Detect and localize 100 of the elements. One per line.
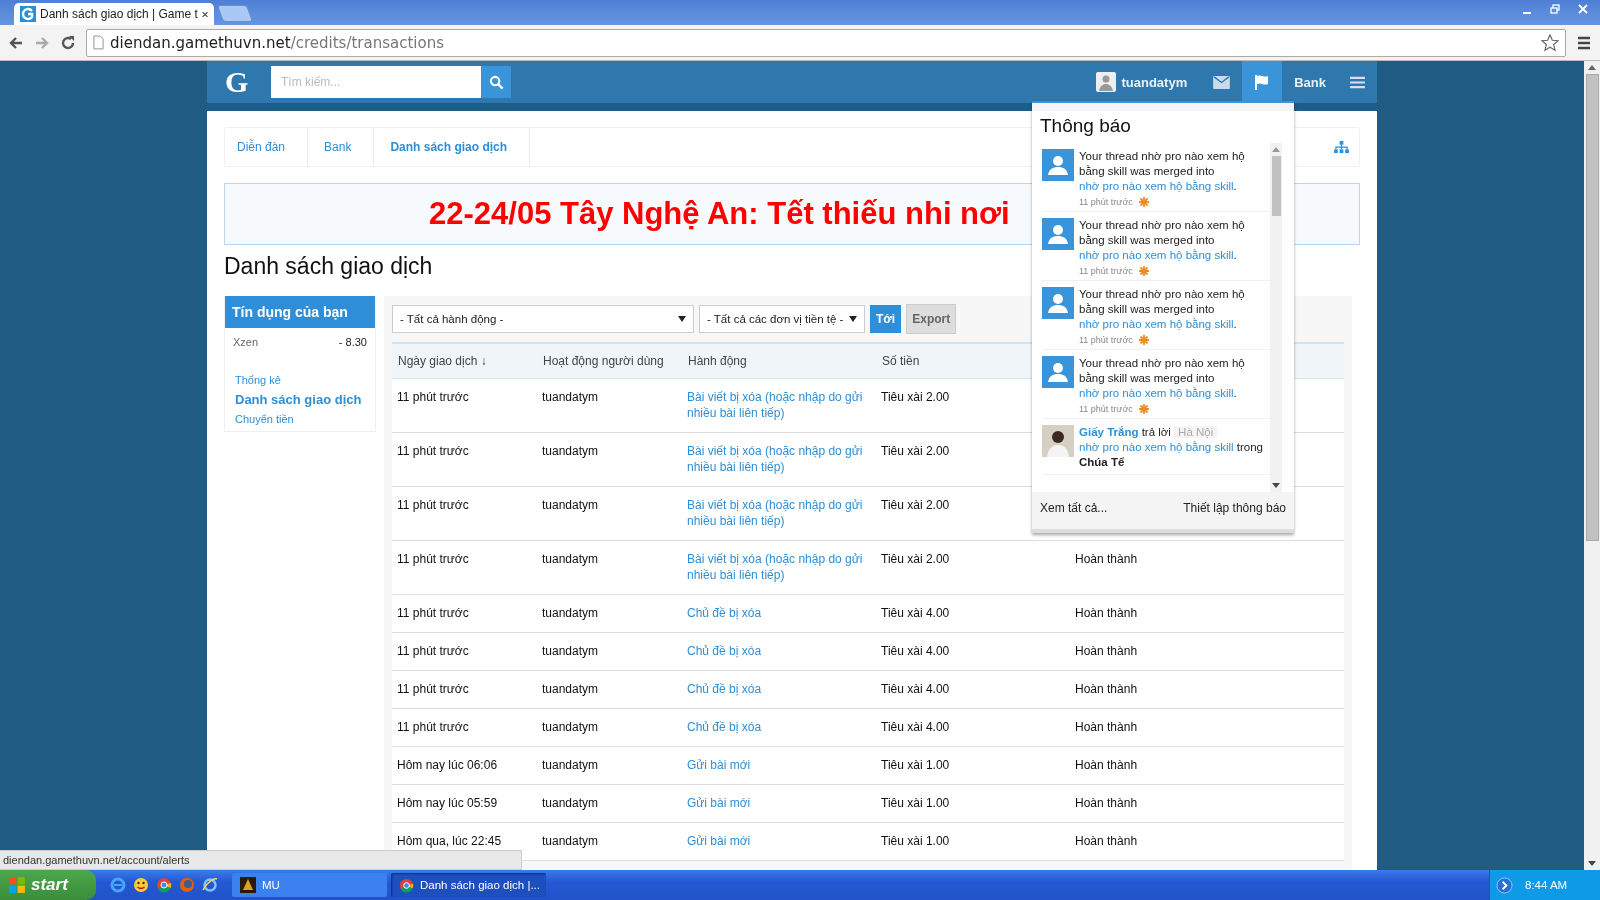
- date-cell: Hôm qua, lúc 22:45: [397, 834, 502, 848]
- sidebar-link[interactable]: Danh sách giao dịch: [235, 392, 362, 407]
- export-button[interactable]: Export: [906, 304, 957, 334]
- amount-cell: Tiêu xài 1.00: [881, 796, 950, 810]
- close-icon[interactable]: [201, 9, 208, 19]
- user-avatar-icon: [1042, 356, 1074, 388]
- status-cell: Hoàn thành: [1075, 644, 1138, 658]
- new-tab-button[interactable]: [216, 5, 254, 22]
- date-cell: 11 phút trước: [397, 444, 469, 458]
- scroll-down-icon[interactable]: [1272, 483, 1280, 488]
- currency-select[interactable]: - Tất cả các đơn vị tiền tệ -: [699, 305, 865, 333]
- breadcrumb-link[interactable]: Diễn đàn: [235, 128, 309, 166]
- user-link[interactable]: Giấy Trắng: [1079, 426, 1139, 438]
- thread-link[interactable]: nhờ pro nào xem hộ bằng skill: [1079, 387, 1234, 399]
- amount-cell: Tiêu xài 1.00: [881, 758, 950, 772]
- action-link[interactable]: Gửi bài mới: [687, 757, 751, 773]
- chrome-icon[interactable]: [156, 877, 172, 893]
- ie-icon[interactable]: [202, 877, 218, 893]
- scroll-up-icon[interactable]: [1272, 147, 1280, 152]
- date-cell: 11 phút trước: [397, 498, 469, 512]
- alerts-button[interactable]: [1242, 61, 1283, 103]
- user-cell: tuandatym: [542, 552, 599, 566]
- action-link[interactable]: Gửi bài mới: [687, 795, 751, 811]
- action-link[interactable]: Chủ đề bị xóa: [687, 719, 762, 735]
- mail-icon: [1213, 75, 1231, 89]
- action-link[interactable]: Bài viết bị xóa (hoặc nhập do gửi nhiều bài liên tiếp): [687, 443, 871, 475]
- sidebar-link[interactable]: Thống kê: [235, 374, 281, 386]
- user-cell: tuandatym: [542, 444, 599, 458]
- browser-tab[interactable]: Danh sách giao dịch | Game t: [14, 3, 214, 25]
- column-header[interactable]: Hành động: [688, 354, 747, 368]
- status-cell: Hoàn thành: [1075, 552, 1138, 566]
- thread-link[interactable]: nhờ pro nào xem hộ bằng skill: [1079, 180, 1234, 192]
- thread-link[interactable]: nhờ pro nào xem hộ bằng skill: [1079, 441, 1234, 453]
- banner-text[interactable]: 22-24/05 Tây Nghệ An: Tết thiếu nhi nơi: [429, 196, 1010, 232]
- ie-icon[interactable]: [110, 877, 126, 893]
- reload-icon[interactable]: [60, 34, 76, 51]
- breadcrumb-link[interactable]: Danh sách giao dịch: [378, 128, 531, 166]
- sitemap-icon[interactable]: [1334, 140, 1349, 154]
- action-link[interactable]: Chủ đề bị xóa: [687, 643, 762, 659]
- flag-icon: [1254, 74, 1271, 90]
- user-cell: tuandatym: [542, 606, 599, 620]
- search-field[interactable]: Tìm kiếm...: [271, 66, 481, 98]
- alert-settings-link[interactable]: Thiết lập thông báo: [1183, 501, 1286, 515]
- taskbar-button[interactable]: Danh sách giao dịch |...: [391, 873, 546, 897]
- address-bar[interactable]: diendan.gamethuvn.net/credits/transactions: [86, 28, 1566, 57]
- breadcrumb-link[interactable]: Bank: [312, 128, 375, 166]
- action-link[interactable]: Chủ đề bị xóa: [687, 605, 762, 621]
- alert-time: 11 phút trước: [1079, 197, 1133, 207]
- action-link[interactable]: Bài viết bị xóa (hoặc nhập do gửi nhiều bài liên tiếp): [687, 389, 871, 421]
- search-button[interactable]: [481, 66, 511, 98]
- bookmark-star-icon[interactable]: [1541, 33, 1559, 52]
- alert-text: Your thread nhờ pro nào xem hộ bằng skill was merged into nhờ pro nào xem hộ bằng skill.: [1079, 149, 1246, 194]
- view-all-link[interactable]: Xem tất cả...: [1040, 501, 1108, 515]
- menu-icon: [1350, 75, 1365, 89]
- site-logo[interactable]: G: [225, 65, 271, 99]
- action-link[interactable]: Bài viết bị xóa (hoặc nhập do gửi nhiều bài liên tiếp): [687, 551, 871, 583]
- expand-tray-icon[interactable]: [1496, 876, 1513, 894]
- balance-amount: - 8.30: [338, 336, 367, 348]
- currency-name: Xzen: [233, 336, 259, 348]
- taskbar-button[interactable]: MU: [232, 873, 387, 897]
- status-bubble: diendan.gamethuvn.net/account/alerts: [0, 850, 522, 870]
- scroll-thumb[interactable]: [1585, 74, 1599, 541]
- thread-link[interactable]: nhờ pro nào xem hộ bằng skill: [1079, 318, 1234, 330]
- dropdown-arrow-icon: [678, 316, 686, 322]
- action-link[interactable]: Bài viết bị xóa (hoặc nhập do gửi nhiều bài liên tiếp): [687, 497, 871, 529]
- amount-cell: Tiêu xài 4.00: [881, 644, 950, 658]
- bank-link[interactable]: Bank: [1282, 61, 1338, 103]
- chrome-icon: [399, 877, 414, 893]
- menu-icon[interactable]: [1576, 34, 1592, 51]
- date-cell: 11 phút trước: [397, 644, 469, 658]
- action-link[interactable]: Gửi bài mới: [687, 833, 751, 849]
- action-select[interactable]: - Tất cả hành động -: [392, 305, 694, 333]
- user-cell: tuandatym: [542, 682, 599, 696]
- sidebar-link[interactable]: Chuyển tiền: [235, 413, 294, 425]
- app-icon: [240, 877, 256, 893]
- user-cell: tuandatym: [542, 644, 599, 658]
- status-cell: Hoàn thành: [1075, 682, 1138, 696]
- smiley-icon[interactable]: [133, 877, 149, 893]
- user-avatar-icon: [1042, 287, 1074, 319]
- user-cell: tuandatym: [542, 390, 599, 404]
- user-avatar-icon: [1042, 218, 1074, 250]
- start-button[interactable]: start: [0, 870, 96, 900]
- user-cell: tuandatym: [542, 834, 599, 848]
- alert-time: 11 phút trước: [1079, 266, 1133, 276]
- thread-link[interactable]: nhờ pro nào xem hộ bằng skill: [1079, 249, 1234, 261]
- amount-cell: Tiêu xài 2.00: [881, 390, 950, 404]
- column-header[interactable]: Số tiền: [882, 354, 920, 368]
- scroll-down-icon[interactable]: [1588, 861, 1596, 866]
- go-button[interactable]: Tới: [870, 305, 902, 333]
- back-icon[interactable]: [8, 34, 24, 51]
- alert-text: Your thread nhờ pro nào xem hộ bằng skill was merged into nhờ pro nào xem hộ bằng skill.: [1079, 218, 1246, 263]
- date-cell: 11 phút trước: [397, 682, 469, 696]
- user-menu[interactable]: tuandatym: [1082, 61, 1202, 103]
- page-title: Danh sách giao dịch: [224, 253, 433, 280]
- scroll-thumb[interactable]: [1271, 156, 1281, 216]
- action-link[interactable]: Chủ đề bị xóa: [687, 681, 762, 697]
- forward-icon[interactable]: [34, 34, 50, 51]
- status-cell: Hoàn thành: [1075, 796, 1138, 810]
- scroll-up-icon[interactable]: [1588, 65, 1596, 70]
- date-cell: 11 phút trước: [397, 606, 469, 620]
